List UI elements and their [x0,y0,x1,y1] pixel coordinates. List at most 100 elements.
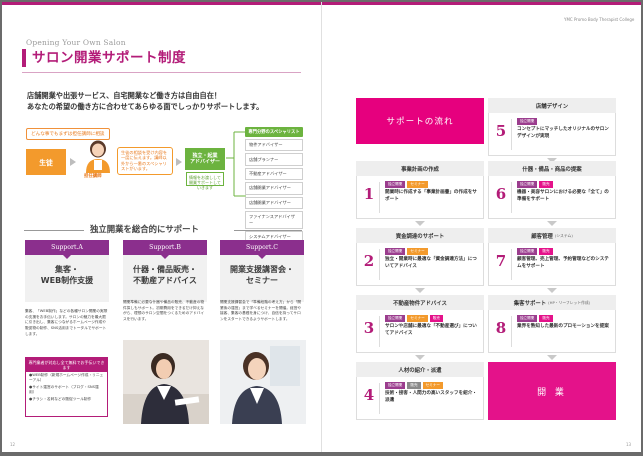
title-divider [22,72,301,73]
step-body: 8 独立開業 販売 業界を熟知した最新のプロモーションを提案 [488,310,616,353]
teacher-label: 担任講師 [84,174,102,179]
page-number-right: 13 [626,442,632,447]
specialist-item: 店舗開業アドバイザー [245,196,303,209]
step-chip: 販売 [539,181,553,188]
step-text: サロンや店舗に最適な「不動産選び」についてアドバイス [385,324,477,336]
step-heading: 集客サポート (HP・リーフレット作成) [488,295,616,310]
page-title: サロン開業サポート制度 [32,50,186,66]
step-chip: セミナー [407,181,428,188]
step-chip: 独立開業 [385,315,406,322]
opening-box: 開 業 [488,362,616,420]
specialist-list: 専門分野のスペシャリスト 物件アドバイザー 店舗プランナー 不動産アドバイザー … [245,127,303,258]
advisor-note: 情報をお渡しして開業サポートしていきます [186,172,224,190]
step-chip: セミナー [422,382,443,389]
step-chip: 独立開業 [517,315,538,322]
step-chips: 独立開業 [517,118,538,125]
step-body: 3 独立開業 セミナー 販売 サロンや店舗に最適な「不動産選び」についてアドバイ… [356,310,484,353]
step-heading-sub: (HP・リーフレット作成) [548,299,591,305]
lead-line-2: あなたの希望の働き方に合わせてあらゆる面でしっかりサポートします。 [27,102,264,111]
web-service-note: 専門業者が対応し全て無料でお手伝いできます ●WEB制作（新規ホームページ作成・… [25,357,108,417]
support-tab: Support.B [123,240,207,259]
step-chip: 販売 [539,248,553,255]
arrow-down-icon [547,221,557,226]
step-number: 8 [495,319,507,337]
page-number-left: 12 [10,442,16,447]
note-item: ●サイト運営のサポート（ブログ・SNS運用） [29,385,99,394]
connector-lines [226,131,246,197]
step-body: 5 独立開業 コンセプトにマッチしたオリジナルのサロンデザインが実現 [488,113,616,156]
step-heading: 顧客管理 (システム) [488,228,616,243]
step-text: 業界を熟知した最新のプロモーションを提案 [517,324,609,329]
step-chip: 独立開業 [385,382,406,389]
step-chip: 独立開業 [385,248,406,255]
section-rule-right [234,230,302,231]
step-number: 6 [495,185,507,203]
step-text: 技術・接客・人間力の高いスタッフを紹介・派遣 [385,391,477,403]
step-body: 7 独立開業 販売 顧客管理、売上管理、予約管理などのシステムをサポート [488,243,616,286]
advisor-box: 独立・起業 アドバイザー [185,148,225,170]
step-divider [379,182,380,213]
lead-line-1: 店舗開業や出張サービス、自宅開業など働き方は自由自在！ [27,91,222,100]
top-accent-bar [322,2,641,5]
arrow-icon [176,158,182,166]
section-rule-left [24,230,84,231]
step-text: 開業時に作成する「事業計画書」の作成をサポート [385,190,477,202]
teacher-speech: 生徒の相談を受け内容を一度に伝えます。講師以外から一番のスペシャリストがいます。 [117,147,173,175]
step-heading-sub: (システム) [554,232,573,238]
step-card: 資金調達のサポート 2 独立開業 セミナー 独立・開業時に最適な「資金調達方法」… [356,228,484,286]
specialist-heading: 専門分野のスペシャリスト [245,127,303,137]
step-card: 什器・備品・商品の提案 6 独立開業 販売 機器・美容サロンにおける必要な「全て… [488,161,616,219]
step-chips: 独立開業 セミナー 販売 [385,315,443,322]
step-chips: 独立開業 セミナー [385,181,428,188]
step-chips: 独立開業 販売 セミナー [385,382,443,389]
step-card: 集客サポート (HP・リーフレット作成) 8 独立開業 販売 業界を熟知した最新の… [488,295,616,353]
specialist-item: 不動産アドバイザー [245,167,303,181]
step-heading-text: 顧客管理 [531,233,553,240]
step-divider [379,383,380,414]
support-card-a: Support.A 集客・ WEB制作支援 [25,240,109,302]
step-body: 2 独立開業 セミナー 独立・開業時に最適な「資金調達方法」についてアドバイス [356,243,484,286]
support-card-c: Support.C 開業支援講習会・ セミナー [220,240,304,302]
support-a-body: 集客、「WEB制作」などの各種サロン開業の実際の支援をお手伝いします。サロンの魅… [25,309,108,336]
support-tab: Support.C [220,240,304,259]
step-number: 7 [495,252,507,270]
specialist-item: ファイナンスアドバイザー [245,210,303,230]
step-chips: 独立開業 セミナー [385,248,428,255]
arrow-down-icon [547,288,557,293]
support-title: 開業支援講習会・ セミナー [230,265,294,285]
note-item: ●チラシ・名刺などの販促ツール制作 [29,396,92,401]
support-tab: Support.A [25,240,109,259]
step-chip: 販売 [539,315,553,322]
step-card: 人材の紹介・派遣 4 独立開業 販売 セミナー 技術・接客・人間力の高いスタッフ… [356,362,484,420]
step-card: 不動産物件アドバイス 3 独立開業 セミナー 販売 サロンや店舗に最適な「不動産… [356,295,484,353]
step-divider [511,316,512,347]
step-heading: 店舗デザイン [488,98,616,113]
step-body: 4 独立開業 販売 セミナー 技術・接客・人間力の高いスタッフを紹介・派遣 [356,377,484,420]
specialist-item: 店舗プランナー [245,153,303,166]
left-page: Opening Your Own Salon サロン開業サポート制度 店舗開業や… [2,2,321,452]
flow-title-box: サポートの流れ [356,98,484,144]
step-chip: 独立開業 [517,181,538,188]
step-chip: 独立開業 [385,181,406,188]
step-number: 3 [363,319,375,337]
step-heading: 人材の紹介・派遣 [356,362,484,377]
step-chip: 独立開業 [517,248,538,255]
step-text: 独立・開業時に最適な「資金調達方法」についてアドバイス [385,257,477,269]
specialist-item: 店舗開業アドバイザー [245,182,303,195]
step-chips: 独立開業 販売 [517,181,553,188]
step-body: 1 独立開業 セミナー 開業時に作成する「事業計画書」の作成をサポート [356,176,484,219]
step-card: 店舗デザイン 5 独立開業 コンセプトにマッチしたオリジナルのサロンデザインが実… [488,98,616,156]
step-chip: 販売 [429,315,443,322]
step-chips: 独立開業 販売 [517,248,553,255]
step-chip: 販売 [407,382,421,389]
business-woman-photo [123,340,209,424]
brand-label: YMC Promo Body Therapist College [564,17,635,22]
step-heading: 事業計画の作成 [356,161,484,176]
step-number: 1 [363,185,375,203]
step-chip: セミナー [407,248,428,255]
title-accent [22,49,26,67]
step-heading-text: 集客サポート [513,300,547,307]
step-number: 5 [495,122,507,140]
step-number: 2 [363,252,375,270]
step-body: 6 独立開業 販売 機器・美容サロンにおける必要な「全て」の準備をサポート [488,176,616,219]
